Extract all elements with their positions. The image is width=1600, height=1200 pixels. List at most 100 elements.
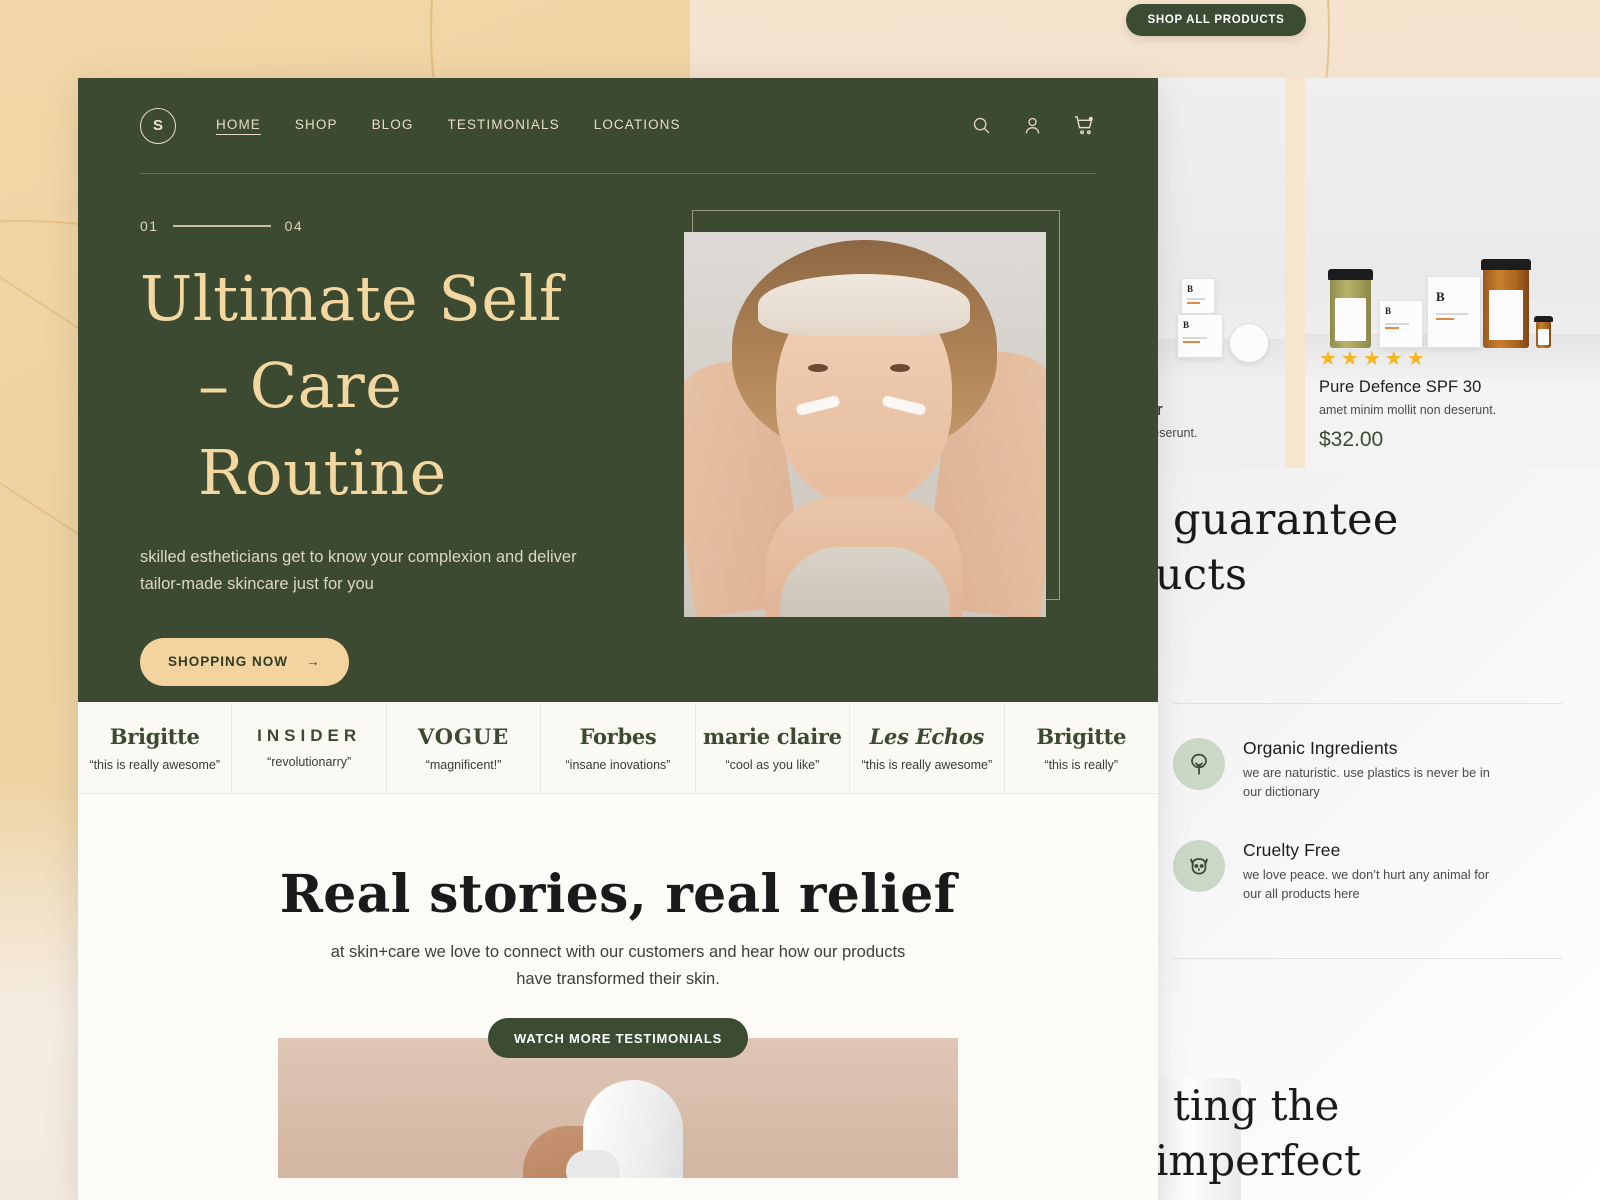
product-box-medium: B [1177,314,1223,358]
tree-icon [1173,738,1225,790]
slide-current: 01 [140,218,159,234]
box-line-accent [1183,341,1200,343]
instagram-line-1: ting the [1173,1081,1340,1130]
testimonials-subtitle: at skin+care we love to connect with our… [330,943,906,988]
guarantee-line-2: ucts [1155,550,1248,601]
press-logo: marie claire [703,723,842,749]
nav-item-testimonials[interactable]: TESTIMONIALS [448,117,560,134]
box-line-accent [1187,302,1200,304]
feature-heading: Cruelty Free [1243,840,1341,860]
product-jar-green [1328,269,1373,348]
photo-top-garment [780,547,950,617]
shop-all-products-button[interactable]: SHOP ALL PRODUCTS [1126,4,1306,36]
slide-total: 04 [284,218,304,234]
product-card-spf30[interactable]: B B ★★★★★ Pure Defence SPF 30 amet minim… [1305,78,1600,468]
press-logo: Brigitte [1036,723,1127,749]
hero-subtitle: skilled estheticians get to know your co… [140,548,577,594]
press-item-les-echos: Les Echos “this is really awesome” [850,702,1005,793]
cat-icon [1173,840,1225,892]
product-image-spf30: B B [1305,78,1600,378]
testimonial-video-thumbnail[interactable] [278,1038,958,1179]
product-info-spf30: ★★★★★ Pure Defence SPF 30 amet minim mol… [1305,339,1600,468]
product-info-refiner: efiner non deserunt. [1155,382,1285,456]
main-site-panel: S HOME SHOP BLOG TESTIMONIALS LOCATIONS [78,78,1158,1200]
press-item-brigitte: Brigitte “this is really awesome” [78,702,233,793]
feature-description: we are naturistic. use plastics is never… [1243,765,1490,799]
testimonials-title: Real stories, real relief [279,864,957,925]
hero-title-line-1: Ultimate Self [140,262,563,335]
box-line-accent [1385,327,1399,329]
account-icon[interactable] [1022,115,1043,136]
slide-indicator: 01 04 [140,218,660,234]
hero-title-line-2: – Care Routine [198,348,447,509]
hero-copy: 01 04 Ultimate Self – Care Routine skill… [140,218,660,686]
press-item-insider: INSIDER “revolutionarry” [232,702,387,793]
press-quote: “insane inovations” [565,757,671,772]
watch-more-testimonials-button[interactable]: WATCH MORE TESTIMONIALS [487,1018,749,1059]
nav-links: HOME SHOP BLOG TESTIMONIALS LOCATIONS [216,117,681,135]
product-box-2: B [1427,276,1481,348]
feature-heading: Organic Ingredients [1243,738,1398,758]
site-navbar: S HOME SHOP BLOG TESTIMONIALS LOCATIONS [140,78,1096,174]
shopping-now-button[interactable]: SHOPPING NOW → [140,637,349,686]
product-description: amet minim mollit non deserunt. [1319,403,1497,417]
brand-logo[interactable]: S [140,107,176,144]
press-logo: VOGUE [417,723,510,749]
press-quote: “this is really awesome” [89,757,220,772]
brand-mark: B [1187,284,1194,294]
press-logo-bar: Brigitte “this is really awesome” INSIDE… [78,702,1158,794]
brand-mark: B [1436,289,1445,304]
nav-item-locations[interactable]: LOCATIONS [594,117,681,134]
press-item-marie-claire: marie claire “cool as you like” [696,702,851,793]
photo-eye-right [890,364,910,372]
hero-container: S HOME SHOP BLOG TESTIMONIALS LOCATIONS [78,78,1158,686]
testimonial-thumb [566,1150,620,1179]
divider-below-features [1173,958,1562,959]
product-tin [1229,323,1269,363]
product-title: Pure Defence SPF 30 [1319,378,1482,396]
product-card-refiner[interactable]: B B efiner non deserunt. [1155,78,1285,468]
nav-item-blog[interactable]: BLOG [372,117,414,134]
nav-item-home[interactable]: HOME [216,117,261,135]
feature-text-block: Cruelty Free we love peace. we don’t hur… [1243,840,1491,903]
rating-stars: ★★★★★ [1319,348,1429,370]
press-quote: “this is really awesome” [861,757,993,772]
right-product-panel: B B efiner non deserunt. [1155,78,1600,1200]
search-icon[interactable] [971,115,992,136]
feature-description: we love peace. we don’t hurt any animal … [1243,867,1490,901]
box-line [1385,323,1409,325]
product-price: $32.00 [1319,428,1384,451]
cart-icon[interactable] [1073,114,1096,137]
press-quote: “revolutionarry” [267,755,352,769]
photo-eye-left [808,364,828,372]
press-logo: INSIDER [257,726,362,745]
press-item-brigitte-2: Brigitte “this is really” [1005,702,1158,793]
product-jar-amber [1481,259,1531,348]
product-title: efiner [1155,401,1163,419]
press-item-forbes: Forbes “insane inovations” [541,702,696,793]
brand-mark: B [1183,320,1190,330]
jar-label [1334,297,1367,341]
slide-progress-bar[interactable] [172,225,271,227]
hero-title: Ultimate Self – Care Routine [140,256,660,516]
box-line [1436,313,1468,315]
vial-lid [1534,316,1553,322]
photo-headband [758,274,970,336]
feature-organic-ingredients: Organic Ingredients we are naturistic. u… [1173,738,1491,801]
press-logo: Brigitte [109,723,200,749]
press-logo: Les Echos [869,723,985,749]
feature-cruelty-free: Cruelty Free we love peace. we don’t hur… [1173,840,1491,903]
instagram-line-2: imperfect [1155,1136,1361,1186]
product-grid: B B efiner non deserunt. [1155,78,1600,468]
press-item-vogue: VOGUE “magnificent!” [387,702,542,793]
guarantee-section: guarantee ucts [1155,493,1600,603]
hero-visual [684,210,1096,686]
hero-body: 01 04 Ultimate Self – Care Routine skill… [140,174,1096,686]
press-logo: Forbes [579,723,657,749]
nav-item-shop[interactable]: SHOP [295,117,338,134]
jar-lid [1481,259,1531,270]
panel-gap [1285,78,1305,468]
guarantee-line-1: guarantee [1173,495,1399,545]
divider-above-features [1173,703,1562,704]
box-line [1187,298,1205,300]
